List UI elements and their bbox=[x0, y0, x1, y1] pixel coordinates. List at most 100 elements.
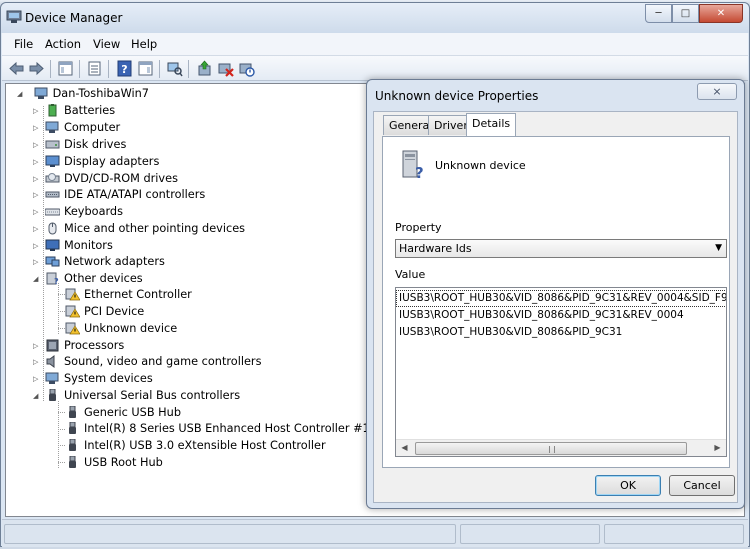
tree-item-label: Ethernet Controller bbox=[84, 288, 192, 301]
maximize-button[interactable]: □ bbox=[672, 4, 699, 23]
scroll-right-icon[interactable]: ▶ bbox=[709, 440, 726, 456]
tree-item-other-devices[interactable]: ◢? Other devices bbox=[33, 271, 143, 287]
tree-item-label: DVD/CD-ROM drives bbox=[64, 172, 178, 185]
tree-item-display-adapters[interactable]: ▷ Display adapters bbox=[33, 154, 159, 170]
status-bar bbox=[2, 519, 748, 547]
help-icon[interactable]: ? bbox=[116, 60, 133, 77]
window-title: Device Manager bbox=[25, 11, 123, 25]
tree-line bbox=[58, 462, 65, 463]
status-segment bbox=[460, 524, 600, 544]
monitor-icon bbox=[45, 239, 60, 251]
tree-item-label: Network adapters bbox=[64, 255, 165, 268]
disable-icon[interactable] bbox=[238, 60, 255, 77]
device-manager-icon bbox=[6, 10, 22, 23]
tree-item-label: Intel(R) USB 3.0 eXtensible Host Control… bbox=[84, 439, 326, 452]
toolbar-separator bbox=[159, 60, 160, 78]
tree-item-keyboards[interactable]: ▷ Keyboards bbox=[33, 204, 123, 220]
keyboard-icon bbox=[45, 208, 60, 215]
value-listbox[interactable]: IUSB3\ROOT_HUB30&VID_8086&PID_9C31&REV_0… bbox=[395, 287, 727, 457]
network-adapter-icon bbox=[45, 256, 60, 266]
menu-action[interactable]: Action bbox=[45, 37, 81, 51]
collapse-arrow-icon[interactable]: ◢ bbox=[17, 86, 22, 102]
back-icon[interactable] bbox=[8, 60, 25, 77]
tree-item-network-adapters[interactable]: ▷ Network adapters bbox=[33, 254, 165, 270]
tree-item-ide-controllers[interactable]: ▷ IDE ATA/ATAPI controllers bbox=[33, 187, 205, 203]
menu-help[interactable]: Help bbox=[131, 37, 157, 51]
computer-icon bbox=[34, 87, 48, 99]
tree-item-label: Display adapters bbox=[64, 155, 160, 168]
tree-line bbox=[58, 283, 59, 334]
tree-item-mice[interactable]: ▷ Mice and other pointing devices bbox=[33, 221, 245, 237]
tree-item-label: Unknown device bbox=[84, 322, 178, 335]
close-button[interactable]: ✕ bbox=[699, 4, 743, 23]
tree-item-sound-controllers[interactable]: ▷ Sound, video and game controllers bbox=[33, 354, 261, 370]
warning-device-icon bbox=[65, 288, 80, 300]
tree-item-label: Other devices bbox=[64, 272, 143, 285]
scan-hardware-icon[interactable] bbox=[166, 60, 183, 77]
tab-details[interactable]: Details bbox=[466, 113, 517, 136]
menu-view[interactable]: View bbox=[93, 37, 120, 51]
scrollbar-thumb[interactable] bbox=[415, 442, 687, 455]
tree-item-dvd-drives[interactable]: ▷ DVD/CD-ROM drives bbox=[33, 171, 178, 187]
menu-bar: File Action View Help bbox=[2, 33, 748, 55]
tree-line bbox=[58, 311, 65, 312]
value-label: Value bbox=[395, 268, 426, 281]
scroll-left-icon[interactable]: ◀ bbox=[396, 440, 413, 456]
tree-item-batteries[interactable]: ▷ Batteries bbox=[33, 103, 115, 119]
tree-line bbox=[58, 429, 65, 430]
title-bar[interactable]: Device Manager ─ □ ✕ bbox=[1, 3, 749, 33]
tree-item-unknown-device[interactable]: Unknown device bbox=[65, 321, 177, 337]
tree-item-generic-usb-hub[interactable]: Generic USB Hub bbox=[65, 405, 181, 421]
tree-item-pci-device[interactable]: PCI Device bbox=[65, 304, 144, 320]
tree-item-disk-drives[interactable]: ▷ Disk drives bbox=[33, 137, 126, 153]
cancel-button[interactable]: Cancel bbox=[669, 475, 735, 496]
chevron-down-icon: ▼ bbox=[715, 243, 722, 253]
dialog-body: General Driver Details ? Unknown device … bbox=[373, 111, 738, 503]
dialog-close-button[interactable]: ⨯ bbox=[697, 83, 737, 100]
tree-item-monitors[interactable]: ▷ Monitors bbox=[33, 238, 113, 254]
property-dropdown[interactable]: Hardware Ids ▼ bbox=[395, 239, 727, 258]
uninstall-icon[interactable] bbox=[217, 60, 234, 77]
tree-item-label: PCI Device bbox=[84, 305, 145, 318]
update-driver-icon[interactable] bbox=[196, 60, 213, 77]
tree-item-intel-enhanced-host-controller[interactable]: Intel(R) 8 Series USB Enhanced Host Cont… bbox=[65, 421, 410, 437]
tree-item-label: Generic USB Hub bbox=[84, 406, 182, 419]
show-hide-console-tree-icon[interactable] bbox=[57, 60, 74, 77]
display-adapter-icon bbox=[45, 155, 60, 167]
tree-item-label: System devices bbox=[64, 372, 153, 385]
grip-icon bbox=[549, 446, 555, 453]
svg-text:?: ? bbox=[121, 63, 127, 76]
tree-item-processors[interactable]: ▷ Processors bbox=[33, 338, 124, 354]
ok-button[interactable]: OK bbox=[595, 475, 661, 496]
tree-line bbox=[58, 294, 65, 295]
processor-icon bbox=[46, 339, 59, 351]
tree-item-ethernet-controller[interactable]: Ethernet Controller bbox=[65, 287, 192, 303]
list-item[interactable]: IUSB3\ROOT_HUB30&VID_8086&PID_9C31 bbox=[399, 325, 622, 340]
tree-item-label: IDE ATA/ATAPI controllers bbox=[64, 188, 206, 201]
tree-item-usb-root-hub[interactable]: USB Root Hub bbox=[65, 455, 163, 471]
horizontal-scrollbar[interactable]: ◀ ▶ bbox=[396, 439, 726, 456]
tree-item-usb-controllers[interactable]: ◢ Universal Serial Bus controllers bbox=[33, 388, 240, 404]
usb-icon bbox=[49, 388, 56, 401]
tree-line bbox=[58, 328, 65, 329]
forward-icon[interactable] bbox=[28, 60, 45, 77]
tree-item-intel-usb3-host-controller[interactable]: Intel(R) USB 3.0 eXtensible Host Control… bbox=[65, 438, 326, 454]
toolbar-separator bbox=[79, 60, 80, 78]
tree-item-computer[interactable]: ▷ Computer bbox=[33, 120, 120, 136]
device-name: Unknown device bbox=[435, 159, 526, 172]
tree-root[interactable]: ◢ Dan-ToshibaWin7 bbox=[17, 86, 149, 102]
properties-icon[interactable] bbox=[86, 60, 103, 77]
usb-icon bbox=[69, 438, 76, 451]
tree-item-label: Processors bbox=[64, 339, 125, 352]
tree-item-system-devices[interactable]: ▷ System devices bbox=[33, 371, 153, 387]
minimize-button[interactable]: ─ bbox=[645, 4, 672, 23]
list-item[interactable]: IUSB3\ROOT_HUB30&VID_8086&PID_9C31&REV_0… bbox=[399, 308, 684, 323]
battery-icon bbox=[48, 103, 57, 116]
property-label: Property bbox=[395, 221, 442, 234]
property-dropdown-value: Hardware Ids bbox=[399, 242, 472, 255]
warning-device-icon bbox=[65, 305, 80, 317]
menu-file[interactable]: File bbox=[14, 37, 33, 51]
tree-item-label: Disk drives bbox=[64, 138, 127, 151]
list-item[interactable]: IUSB3\ROOT_HUB30&VID_8086&PID_9C31&REV_0… bbox=[396, 290, 726, 307]
show-hide-action-pane-icon[interactable] bbox=[137, 60, 154, 77]
